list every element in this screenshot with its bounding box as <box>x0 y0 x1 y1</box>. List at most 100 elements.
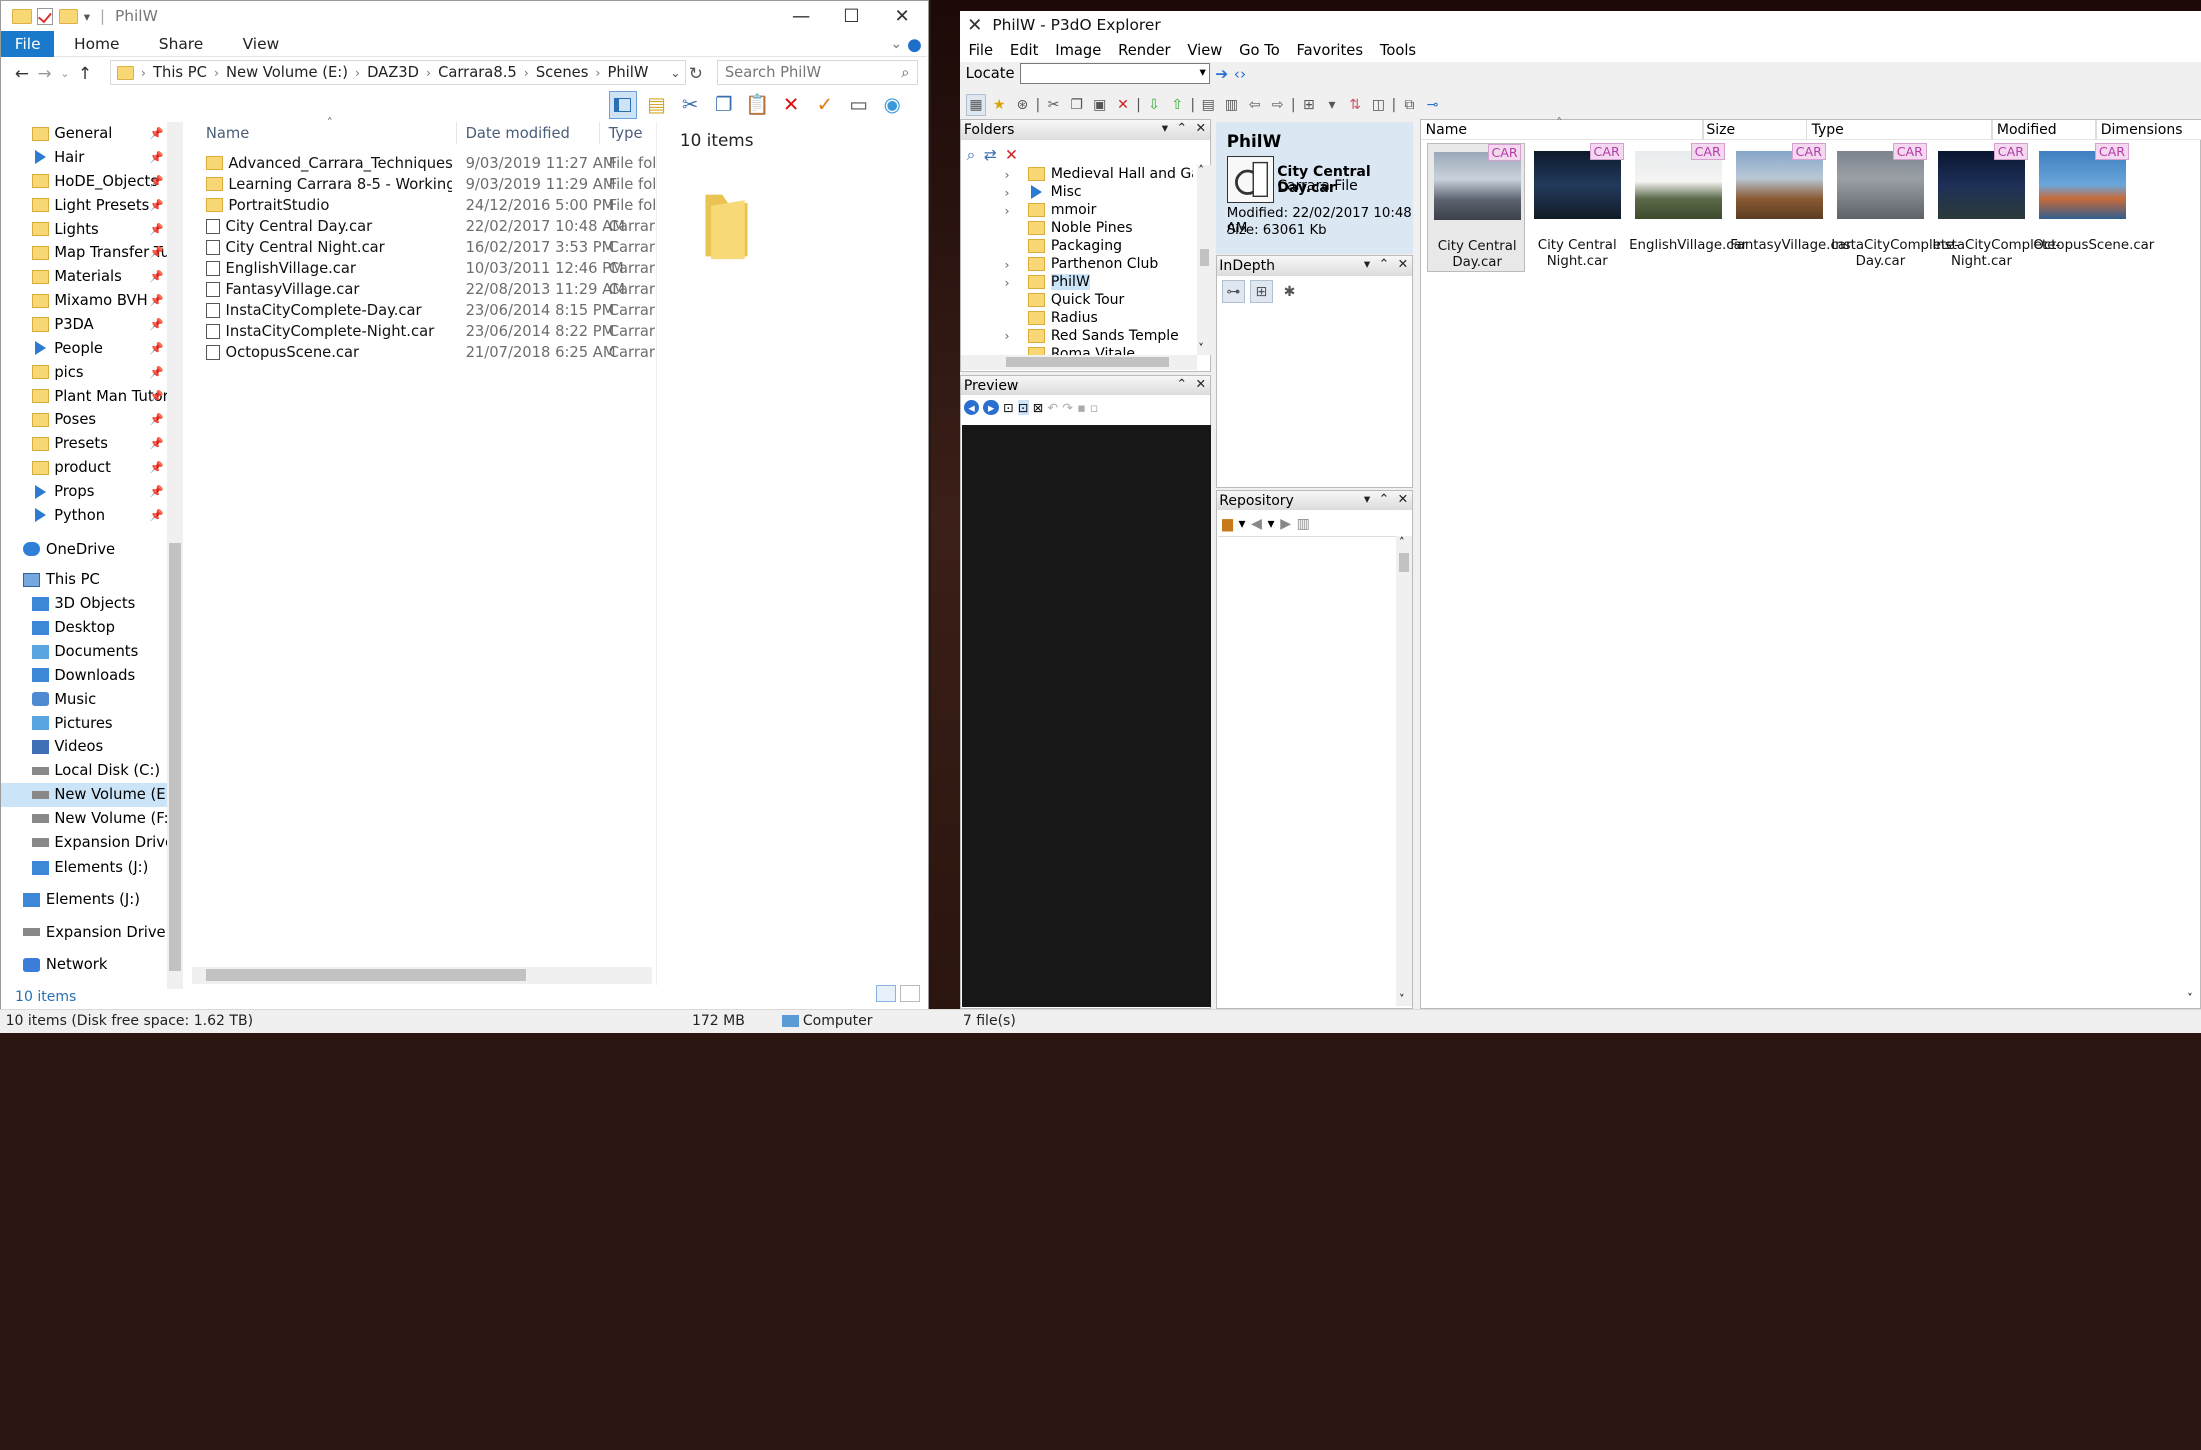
sidebar-item[interactable]: Desktop <box>1 616 167 640</box>
thumbnail-item[interactable]: CAR EnglishVillage.car <box>1629 142 1747 272</box>
table-row[interactable]: Advanced_Carrara_Techniques_Working_... 9… <box>192 153 656 174</box>
tree-node[interactable]: › Parthenon Club <box>1005 255 1159 273</box>
pin-icon[interactable]: ⊸ <box>1422 94 1442 116</box>
hierarchy-icon[interactable]: ⊶ <box>1222 280 1245 303</box>
sidebar-item[interactable]: New Volume (E:) <box>1 782 167 807</box>
expand-icon[interactable]: › <box>1005 275 1010 290</box>
sidebar-item[interactable]: pics 📌 <box>1 360 167 384</box>
tab-home[interactable]: Home <box>54 35 139 53</box>
tree-node[interactable]: Radius <box>1012 309 1098 327</box>
folder-tree-scrollbar[interactable]: ˄ ˅ <box>1196 164 1211 355</box>
sidebar-item[interactable]: Poses 📌 <box>1 408 167 432</box>
delete-icon[interactable]: ✕ <box>1113 94 1133 116</box>
help-icon[interactable]: ● <box>907 34 922 54</box>
layout-1-icon[interactable]: ▤ <box>1198 94 1218 116</box>
sidebar-item[interactable]: General 📌 <box>1 122 167 146</box>
next-icon[interactable]: ▸ <box>983 399 999 416</box>
wand-icon[interactable]: ✱ <box>1278 280 1300 302</box>
up-icon[interactable]: ↑ <box>78 63 92 83</box>
binoculars-icon[interactable]: ⊛ <box>1012 94 1032 116</box>
network-icon[interactable]: ⧉ <box>1399 94 1419 116</box>
sidebar-item[interactable]: Elements (J:) <box>1 888 167 912</box>
minimize-button[interactable]: — <box>776 1 827 32</box>
import-icon[interactable]: ⇩ <box>1144 94 1164 116</box>
sync-icon[interactable]: ⇄ <box>984 146 997 165</box>
pin-icon[interactable]: 📌 <box>150 437 164 450</box>
tree-node[interactable]: Packaging <box>1012 237 1122 255</box>
sidebar-item[interactable]: Videos <box>1 735 167 759</box>
tab-share[interactable]: Share <box>139 35 223 53</box>
sidebar-item[interactable]: Local Disk (C:) <box>1 759 167 783</box>
column-type[interactable]: Type <box>609 125 643 142</box>
maximize-button[interactable]: ☐ <box>826 1 877 32</box>
go-arrow-icon[interactable]: ➔ <box>1215 65 1228 83</box>
sidebar-item[interactable]: Documents <box>1 640 167 664</box>
pin-icon[interactable]: 📌 <box>150 485 164 498</box>
pin-icon[interactable]: 📌 <box>150 461 164 474</box>
menu-item[interactable]: Tools <box>1371 42 1424 59</box>
column-dimensions[interactable]: Dimensions <box>2101 122 2183 138</box>
back-folder-icon[interactable]: ⇦ <box>1244 94 1264 116</box>
locate-input[interactable] <box>1020 63 1210 85</box>
forward-icon[interactable]: → <box>38 63 52 83</box>
paste-icon[interactable]: 📋 <box>743 91 771 119</box>
pane-menu-icon[interactable]: ▾ <box>1364 256 1370 271</box>
chevron-down-icon[interactable]: ▾ <box>1322 94 1342 116</box>
pane-collapse-icon[interactable]: ⌃ <box>1176 376 1187 391</box>
tree-node[interactable]: › Medieval Hall and Garden <box>1005 165 1193 183</box>
pin-icon[interactable]: 📌 <box>150 199 164 212</box>
expand-icon[interactable]: › <box>1005 167 1010 182</box>
menu-item[interactable]: Image <box>1047 42 1110 59</box>
zoom-fill-icon[interactable]: ⊠ <box>1033 400 1044 415</box>
sidebar-item[interactable]: P3DA 📌 <box>1 313 167 337</box>
thumbnail-item[interactable]: CAR OctopusScene.car <box>2033 142 2154 272</box>
pane-close-icon[interactable]: ✕ <box>1195 120 1206 135</box>
back-icon[interactable]: ◀ <box>1251 516 1262 532</box>
layout-2-icon[interactable]: ▥ <box>1221 94 1241 116</box>
breadcrumb[interactable]: New Volume (E:) <box>226 64 348 81</box>
folder-tree-h-scrollbar[interactable] <box>961 354 1197 371</box>
recent-locations-icon[interactable]: ⌄ <box>60 67 69 83</box>
pane-collapse-icon[interactable]: ⌃ <box>1379 256 1390 271</box>
sidebar-item[interactable]: People 📌 <box>1 336 167 360</box>
folders-toggle-icon[interactable]: ▦ <box>965 94 987 117</box>
pin-icon[interactable]: 📌 <box>150 366 164 379</box>
view-mode-icon[interactable]: ⊞ <box>1299 94 1319 116</box>
pin-icon[interactable]: 📌 <box>150 342 164 355</box>
favorites-icon[interactable]: ★ <box>989 94 1009 116</box>
menu-item[interactable]: Render <box>1110 42 1179 59</box>
code-icon[interactable]: ‹› <box>1234 65 1246 83</box>
tree-node[interactable]: › PhilW <box>1005 273 1090 291</box>
sort-icon[interactable]: ⇅ <box>1345 94 1365 116</box>
sidebar-item[interactable]: Materials 📌 <box>1 265 167 289</box>
pane-menu-icon[interactable]: ▾ <box>1364 491 1370 506</box>
pin-icon[interactable]: 📌 <box>150 246 164 259</box>
table-row[interactable]: FantasyVillage.car 22/08/2013 11:29 AM Car… <box>192 279 656 300</box>
thumbnail-item[interactable]: CAR City Central Day.car <box>1427 142 1526 272</box>
sidebar-item[interactable]: Expansion Drive (H:) <box>1 831 167 855</box>
table-row[interactable]: City Central Night.car 16/02/2017 3:53 PM… <box>192 237 656 258</box>
sidebar-item[interactable]: Network <box>1 953 167 977</box>
pane-collapse-icon[interactable]: ⌃ <box>1379 491 1390 506</box>
rotate-left-icon[interactable]: ↶ <box>1048 400 1059 415</box>
table-row[interactable]: InstaCityComplete-Day.car 23/06/2014 8:15… <box>192 300 656 321</box>
pin-icon[interactable]: 📌 <box>150 318 164 331</box>
thumbnail-item[interactable]: CAR InstaCityComplete-Night.car <box>1932 142 2060 272</box>
chevron-down-icon[interactable]: ⌄ <box>670 65 681 80</box>
sidebar-item[interactable]: Map Transfer Tuto📌 <box>1 241 167 265</box>
table-row[interactable]: PortraitStudio 24/12/2016 5:00 PM File fol… <box>192 195 656 216</box>
address-bar[interactable]: › This PC › New Volume (E:) › DAZ3D › Ca… <box>110 59 686 86</box>
zoom-actual-icon[interactable]: ⊡ <box>1017 399 1029 416</box>
cut-icon[interactable]: ✂ <box>676 91 704 119</box>
panel-icon[interactable]: ◫ <box>1368 94 1388 116</box>
chevron-down-icon[interactable]: ▾ <box>1268 516 1275 532</box>
forward-icon[interactable]: ▶ <box>1280 516 1291 532</box>
new-folder-icon[interactable] <box>58 8 79 25</box>
globe-icon[interactable]: ◉ <box>878 91 906 119</box>
chevron-down-icon[interactable]: ▾ <box>1239 516 1246 532</box>
pin-icon[interactable]: 📌 <box>150 294 164 307</box>
menu-item[interactable]: File <box>960 42 1001 59</box>
sidebar-item[interactable]: Lights 📌 <box>1 217 167 241</box>
expand-icon[interactable]: › <box>1005 328 1010 343</box>
menu-item[interactable]: Favorites <box>1288 42 1371 59</box>
